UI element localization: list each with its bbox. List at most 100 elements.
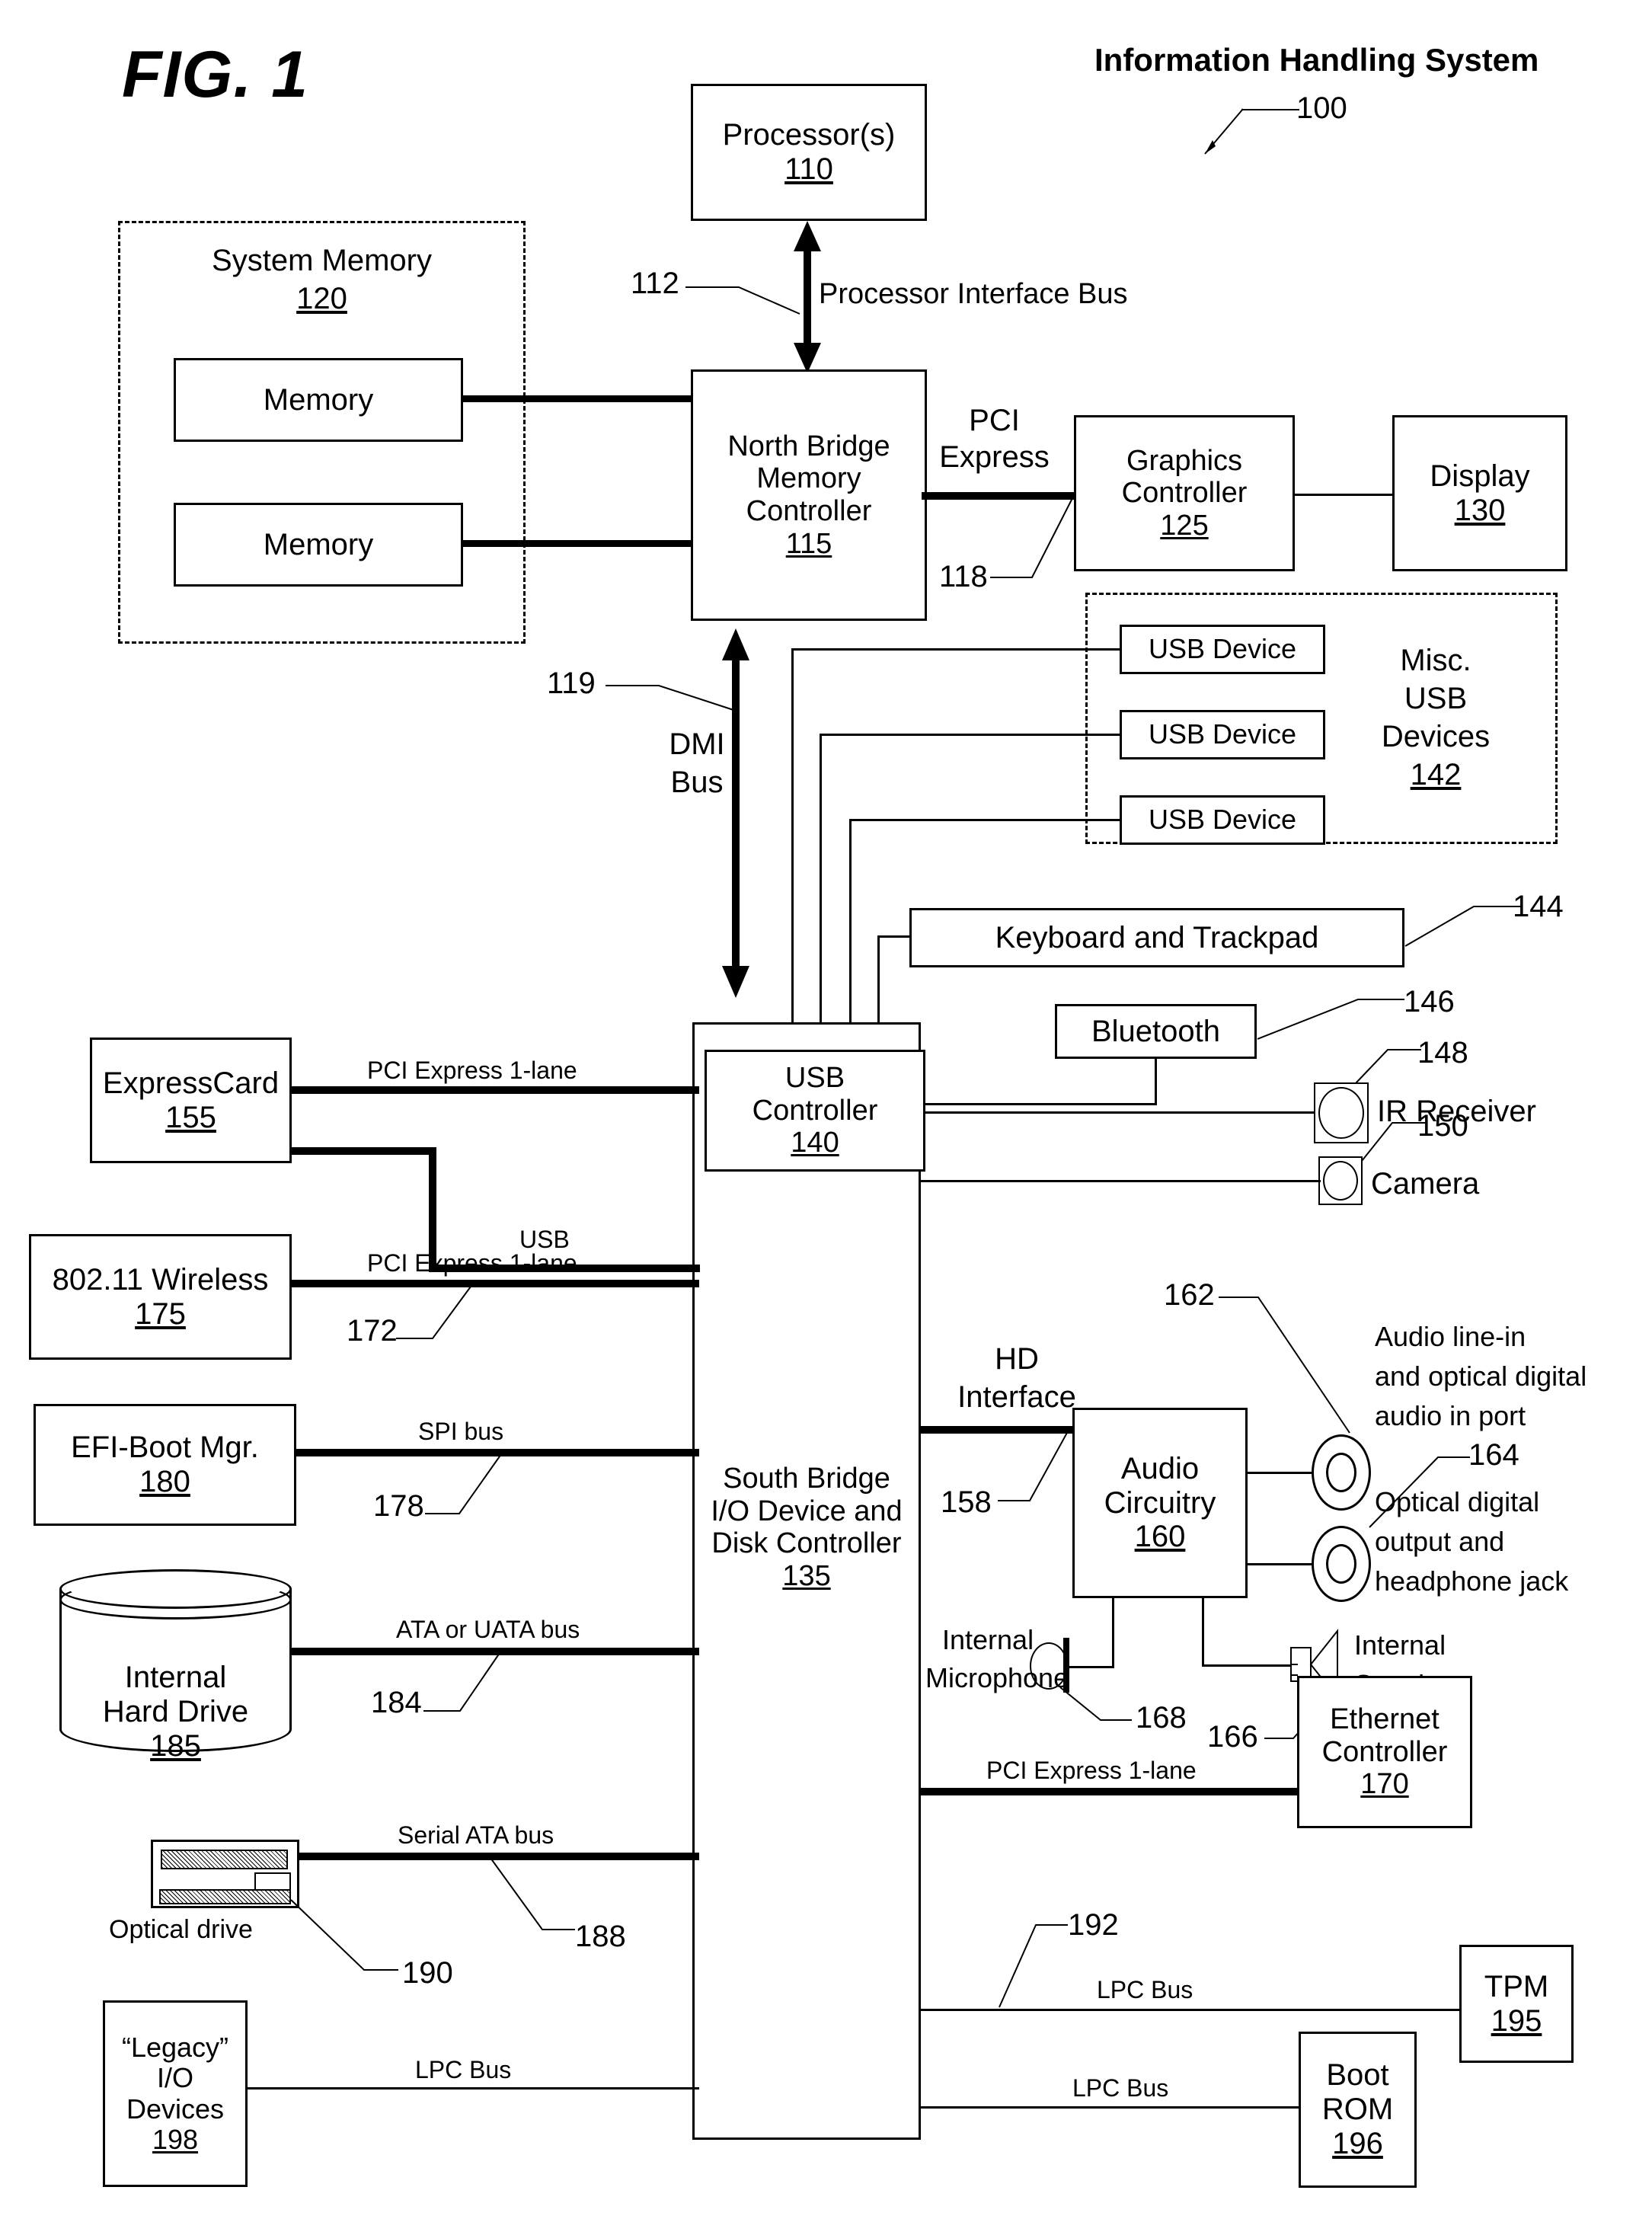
route-usb3-v (849, 819, 852, 1024)
block-tpm[interactable]: TPM 195 (1459, 1945, 1574, 2063)
bus-ref-172: 172 (347, 1314, 398, 1348)
bus-ref-118: 118 (939, 560, 988, 593)
route-bluetooth-h (909, 1103, 1157, 1105)
block-efi-boot-manager[interactable]: EFI-Boot Mgr. 180 (34, 1404, 296, 1526)
block-memory-2[interactable]: Memory (174, 503, 463, 587)
route-ir-h (909, 1111, 1315, 1114)
route-usb1-h (791, 648, 1121, 651)
leader-119 (606, 685, 734, 711)
optical-digital-output-jack-icon (1312, 1526, 1371, 1602)
block-legacy-io[interactable]: “Legacy” I/O Devices 198 (103, 2000, 248, 2187)
ethernet-line1: Ethernet (1330, 1703, 1440, 1736)
hard-drive-ref: 185 (150, 1729, 201, 1763)
block-usb-controller[interactable]: USB Controller 140 (705, 1050, 925, 1172)
link-graphics-display (1295, 494, 1392, 496)
bus-pcie-expresscard-label: PCI Express 1-lane (367, 1057, 577, 1084)
block-usb-device-2[interactable]: USB Device (1120, 710, 1325, 759)
audio-line-in-line3: audio in port (1375, 1400, 1526, 1431)
boot-rom-line1: Boot (1326, 2058, 1389, 2093)
north-bridge-line2: Memory (756, 462, 861, 495)
display-ref: 130 (1454, 493, 1506, 527)
bus-pcie-gfx-line2: Express (939, 440, 1050, 474)
system-memory-title: System Memory (212, 244, 432, 277)
link-speaker-v (1202, 1598, 1204, 1667)
system-ref-100: 100 (1296, 91, 1347, 125)
leader-144 (1404, 906, 1522, 947)
optical-out-line3: headphone jack (1375, 1565, 1569, 1597)
usb-device-3-title: USB Device (1148, 804, 1297, 836)
route-bluetooth-v (1155, 1057, 1157, 1105)
processor-ref: 110 (784, 152, 833, 186)
bluetooth-title: Bluetooth (1091, 1014, 1221, 1048)
route-keyboard-v (877, 935, 880, 1024)
link-speaker-h (1202, 1664, 1293, 1667)
wireless-title: 802.11 Wireless (52, 1262, 269, 1297)
optical-drive-caption: Optical drive (109, 1915, 253, 1944)
link-mic-h (1066, 1666, 1114, 1668)
wireless-ref: 175 (135, 1297, 186, 1331)
link-audio-opticalout (1248, 1563, 1315, 1565)
block-usb-device-3[interactable]: USB Device (1120, 795, 1325, 845)
graphics-ref: 125 (1160, 509, 1209, 542)
leader-188 (490, 1857, 575, 1930)
efi-boot-ref: 180 (139, 1465, 190, 1498)
bus-pcie-ethernet-line (919, 1788, 1300, 1795)
ethernet-line2: Controller (1321, 1735, 1448, 1768)
south-bridge-line3: Disk Controller (711, 1527, 902, 1560)
bus-lpc-legacy-label: LPC Bus (415, 2056, 512, 2083)
block-ethernet-controller[interactable]: Ethernet Controller 170 (1297, 1676, 1472, 1828)
ref-168: 168 (1136, 1701, 1187, 1735)
block-keyboard-trackpad[interactable]: Keyboard and Trackpad (909, 908, 1404, 967)
north-bridge-line1: North Bridge (727, 430, 890, 462)
bus-dmi-line1: DMI (669, 727, 725, 761)
route-usb2-h (820, 734, 1121, 736)
bus-memory-2 (463, 540, 693, 547)
bus-ata-label: ATA or UATA bus (396, 1616, 580, 1643)
leader-164 (1369, 1456, 1470, 1528)
usb-controller-line1: USB (784, 1062, 845, 1095)
misc-usb-line1: Misc. (1400, 644, 1471, 677)
block-wireless[interactable]: 802.11 Wireless 175 (29, 1234, 292, 1360)
south-bridge-line2: I/O Device and (711, 1495, 903, 1527)
internal-mic-line2: Microphone (925, 1662, 1069, 1693)
ref-162: 162 (1164, 1278, 1215, 1312)
bus-lpc-bootrom-label: LPC Bus (1072, 2074, 1169, 2102)
graphics-line1: Graphics (1126, 444, 1243, 477)
patent-figure-1: FIG. 1 Information Handling System 100 P… (0, 0, 1652, 2219)
route-keyboard-h (877, 935, 911, 938)
tpm-ref: 195 (1491, 2003, 1542, 2038)
block-north-bridge[interactable]: North Bridge Memory Controller 115 (691, 369, 927, 621)
bus-spi-label: SPI bus (418, 1418, 504, 1445)
block-expresscard[interactable]: ExpressCard 155 (90, 1038, 292, 1163)
bus-hd-interface-line1: HD (995, 1342, 1039, 1376)
block-usb-device-1[interactable]: USB Device (1120, 625, 1325, 674)
block-bluetooth[interactable]: Bluetooth (1055, 1004, 1257, 1059)
audio-line-in-line2: and optical digital (1375, 1360, 1587, 1392)
system-memory-ref: 120 (296, 282, 347, 315)
block-display[interactable]: Display 130 (1392, 415, 1567, 571)
bus-pcie-ethernet-label: PCI Express 1-lane (986, 1757, 1197, 1784)
optical-drive-icon[interactable] (151, 1840, 299, 1908)
tpm-title: TPM (1484, 1969, 1549, 2003)
bus-pcie-wireless-line (292, 1280, 699, 1287)
block-boot-rom[interactable]: Boot ROM 196 (1299, 2032, 1417, 2188)
block-processor[interactable]: Processor(s) 110 (691, 84, 927, 221)
block-memory-1[interactable]: Memory (174, 358, 463, 442)
leader-168 (1059, 1687, 1132, 1721)
block-internal-hard-drive[interactable]: Internal Hard Drive 185 (59, 1569, 292, 1763)
leader-192 (999, 1924, 1068, 2008)
south-bridge-line1: South Bridge (723, 1463, 890, 1495)
ref-148: 148 (1417, 1036, 1468, 1070)
memory-2-title: Memory (263, 527, 374, 561)
route-usb1-v (791, 648, 794, 1024)
usb-controller-ref: 140 (791, 1127, 839, 1159)
legacy-io-ref: 198 (152, 2123, 199, 2155)
boot-rom-ref: 196 (1332, 2126, 1383, 2160)
audio-circuitry-ref: 160 (1134, 1520, 1186, 1554)
camera-title: Camera (1371, 1167, 1480, 1201)
block-south-bridge[interactable]: South Bridge I/O Device and Disk Control… (692, 1022, 921, 2140)
internal-speakers-line1: Internal (1354, 1629, 1446, 1661)
block-graphics-controller[interactable]: Graphics Controller 125 (1074, 415, 1295, 571)
leader-148 (1355, 1049, 1421, 1084)
block-audio-circuitry[interactable]: Audio Circuitry 160 (1072, 1408, 1248, 1598)
